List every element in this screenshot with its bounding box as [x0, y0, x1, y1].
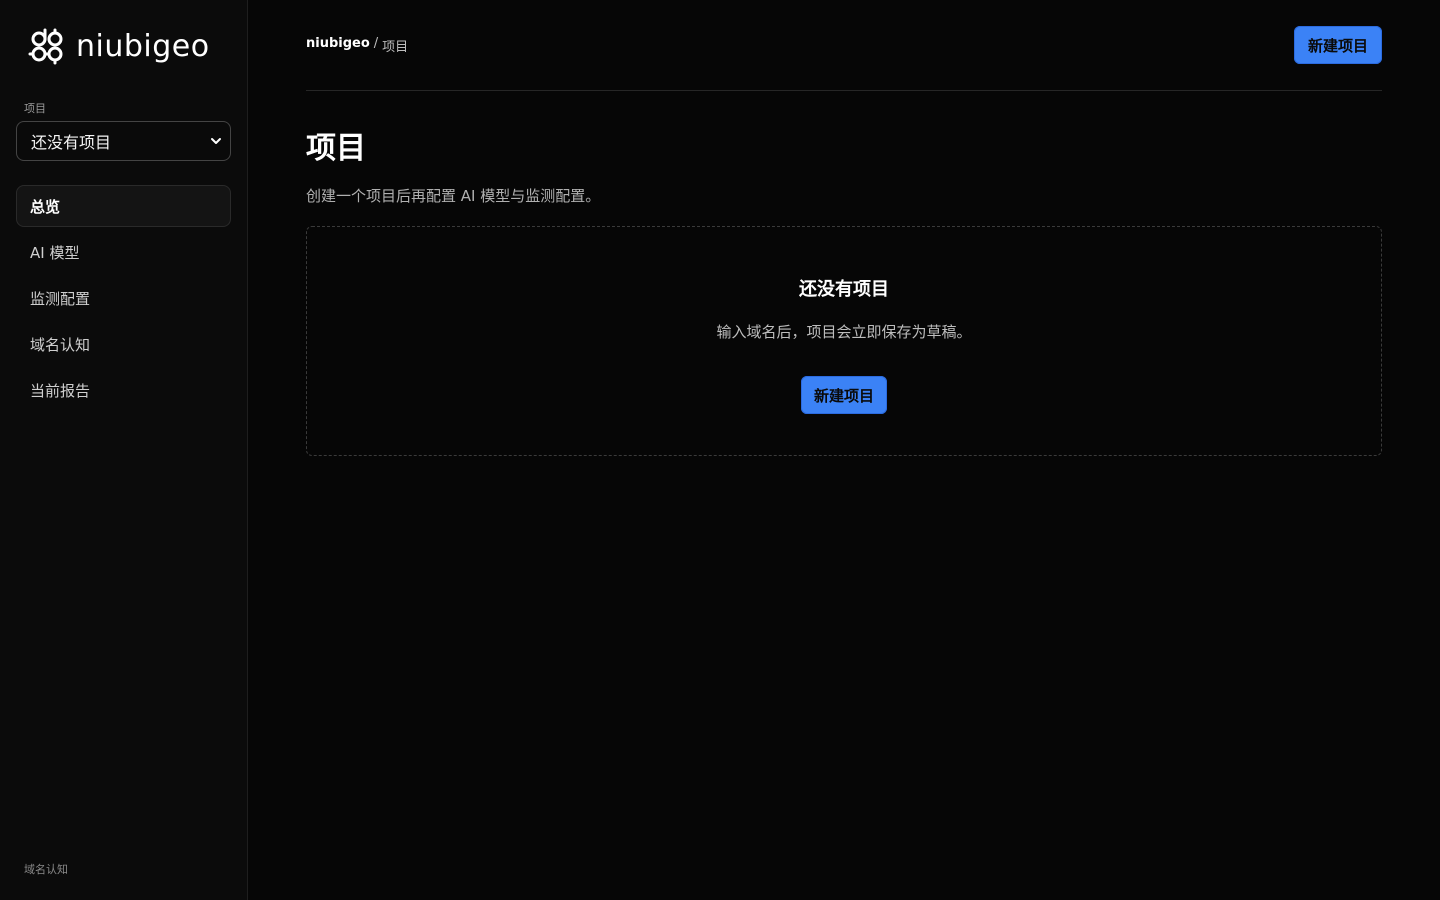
breadcrumb-separator: / [373, 35, 379, 51]
chevron-down-icon [211, 138, 221, 144]
project-select-value: 还没有项目 [31, 133, 112, 152]
sidebar-nav: 总览 AI 模型 监测配置 域名认知 当前报告 [16, 185, 231, 411]
brand-name: niubigeo [76, 28, 210, 64]
breadcrumb-current: 项目 [382, 39, 409, 55]
sidebar: niubigeo 项目 还没有项目 总览 AI 模型 监测配置 域名认知 当前报… [0, 0, 248, 900]
sidebar-item-current-report[interactable]: 当前报告 [16, 369, 231, 411]
app-root: niubigeo 项目 还没有项目 总览 AI 模型 监测配置 域名认知 当前报… [0, 0, 1440, 900]
empty-state-description: 输入域名后，项目会立即保存为草稿。 [716, 323, 972, 341]
sidebar-item-monitoring-config[interactable]: 监测配置 [16, 277, 231, 319]
breadcrumb: niubigeo / 项目 [306, 36, 408, 55]
brand[interactable]: niubigeo [16, 0, 231, 92]
empty-state-title: 还没有项目 [799, 279, 889, 300]
sidebar-item-ai-models[interactable]: AI 模型 [16, 231, 231, 273]
project-select[interactable]: 还没有项目 [16, 121, 231, 161]
page-subtitle: 创建一个项目后再配置 AI 模型与监测配置。 [306, 187, 601, 205]
new-project-button[interactable]: 新建项目 [1293, 26, 1382, 64]
sidebar-footer: 域名认知 [24, 863, 68, 876]
sidebar-item-overview[interactable]: 总览 [16, 185, 231, 227]
sidebar-item-domain-cognition[interactable]: 域名认知 [16, 323, 231, 365]
page-title: 项目 [306, 131, 366, 166]
breadcrumb-root[interactable]: niubigeo [306, 36, 370, 55]
project-section-label: 项目 [24, 102, 46, 115]
main-content: niubigeo / 项目 新建项目 项目 创建一个项目后再配置 AI 模型与监… [248, 0, 1440, 900]
topbar: niubigeo / 项目 新建项目 [306, 0, 1382, 91]
empty-state-card: 还没有项目 输入域名后，项目会立即保存为草稿。 新建项目 [306, 226, 1382, 456]
brand-logo-icon [28, 28, 63, 65]
empty-state-new-project-button[interactable]: 新建项目 [800, 376, 887, 414]
